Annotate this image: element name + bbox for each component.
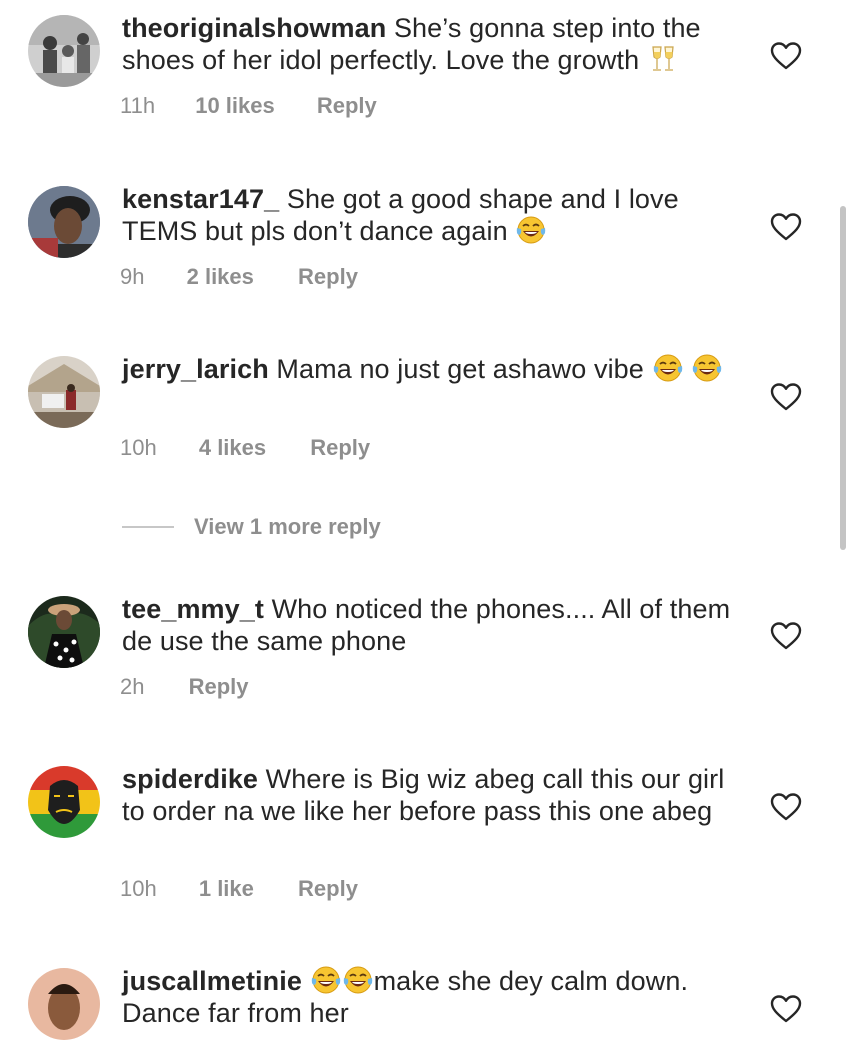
view-more-label[interactable]: View 1 more reply [194,512,381,542]
avatar[interactable] [28,596,100,668]
comment-likes[interactable]: 1 like [199,876,254,902]
tears-of-joy-emoji [652,353,684,383]
clinking-glasses-emoji [647,44,679,74]
reply-button[interactable]: Reply [189,674,249,700]
comment-likes[interactable]: 2 likes [187,264,254,290]
heart-outline-icon[interactable] [770,994,802,1024]
comment-username[interactable]: jerry_larich [122,354,269,384]
comment-text: kenstar147_ She got a good shape and I l… [122,183,742,247]
comment-time: 11h [120,93,156,118]
tears-of-joy-emoji [342,965,374,995]
comment-text: theoriginalshowman She’s gonna step into… [122,12,742,76]
comment-username[interactable]: spiderdike [122,764,258,794]
comment-username[interactable]: kenstar147_ [122,184,279,214]
heart-outline-icon[interactable] [770,41,802,71]
comment-time: 9h [120,264,145,289]
comment-text: jerry_larich Mama no just get ashawo vib… [122,353,742,385]
comment-likes[interactable]: 10 likes [195,93,275,119]
view-more-replies-button[interactable]: View 1 more reply [122,512,522,542]
comment-text: tee_mmy_t Who noticed the phones.... All… [122,593,742,657]
reply-button[interactable]: Reply [298,876,358,902]
comment-time: 10h [120,435,157,460]
heart-outline-icon[interactable] [770,792,802,822]
avatar[interactable] [28,186,100,258]
comment-meta: 10h 4 likes Reply [120,435,370,461]
heart-outline-icon[interactable] [770,382,802,412]
tears-of-joy-emoji [515,215,547,245]
avatar[interactable] [28,15,100,87]
avatar[interactable] [28,356,100,428]
reply-button[interactable]: Reply [310,435,370,461]
tears-of-joy-emoji [310,965,342,995]
comment-username[interactable]: theoriginalshowman [122,13,386,43]
comment-likes[interactable]: 4 likes [199,435,266,461]
comment-meta: 9h 2 likes Reply [120,264,358,290]
comment-username[interactable]: tee_mmy_t [122,594,264,624]
reply-button[interactable]: Reply [298,264,358,290]
comment-text: juscallmetinie make she dey calm down. D… [122,965,742,1029]
view-more-divider [122,526,174,528]
comment-meta: 2h Reply [120,674,249,700]
comment-time: 2h [120,674,145,699]
heart-outline-icon[interactable] [770,212,802,242]
avatar[interactable] [28,968,100,1040]
comment-username[interactable]: juscallmetinie [122,966,302,996]
comment-meta: 10h 1 like Reply [120,876,358,902]
heart-outline-icon[interactable] [770,621,802,651]
comment-body: Mama no just get ashawo vibe [276,354,644,384]
tears-of-joy-emoji [691,353,723,383]
comment-time: 10h [120,876,157,901]
scrollbar[interactable] [840,206,846,550]
avatar[interactable] [28,766,100,838]
comment-text: spiderdike Where is Big wiz abeg call th… [122,763,742,827]
comment-meta: 11h 10 likes Reply [120,93,377,119]
reply-button[interactable]: Reply [317,93,377,119]
